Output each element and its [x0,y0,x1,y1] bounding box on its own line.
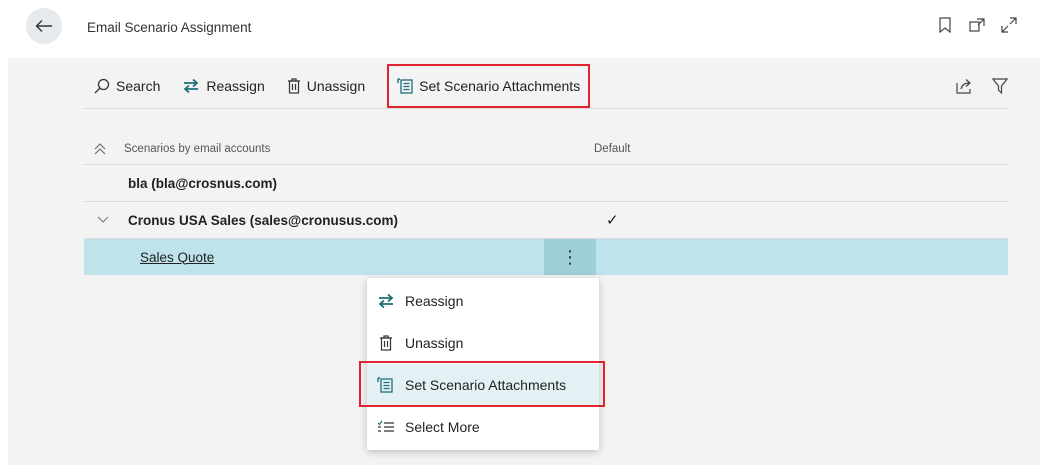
reassign-action[interactable]: Reassign [182,70,265,102]
table-row-selected[interactable]: Sales Quote ⋮ [84,239,1008,275]
table-row[interactable]: Cronus USA Sales (sales@cronusus.com) ✓ [84,202,1008,239]
attachments-icon [377,377,393,393]
list-header: Scenarios by email accounts Default [84,134,1008,165]
menu-item-label: Unassign [405,335,464,351]
search-label: Search [116,78,161,94]
unassign-label: Unassign [306,78,366,94]
menu-item-set-scenario-attachments[interactable]: Set Scenario Attachments [367,364,599,406]
collapse-all-icon[interactable] [94,143,106,155]
share-icon[interactable] [956,78,974,94]
search-action[interactable]: Search [94,70,160,102]
menu-item-unassign[interactable]: Unassign [367,322,599,364]
account-label: Cronus USA Sales (sales@cronusus.com) [128,212,398,228]
back-button[interactable] [26,8,62,44]
col-name-label: Scenarios by email accounts [124,143,271,155]
menu-item-select-more[interactable]: Select More [367,406,599,448]
page-title: Email Scenario Assignment [87,20,252,35]
bookmark-icon[interactable] [936,16,954,34]
search-icon [94,78,110,94]
reassign-icon [378,293,394,309]
menu-item-reassign[interactable]: Reassign [367,280,599,322]
more-vertical-icon: ⋮ [561,246,579,267]
trash-icon [380,335,392,351]
account-label: bla (bla@crosnus.com) [128,175,277,191]
action-bar-right [956,64,1008,108]
col-name-header: Scenarios by email accounts [84,143,584,155]
menu-item-label: Reassign [405,293,464,309]
row-actions-button[interactable]: ⋮ [544,239,596,275]
default-checkmark: ✓ [606,212,619,229]
set-scenario-attachments-action[interactable]: Set Scenario Attachments [387,64,591,108]
unassign-action[interactable]: Unassign [287,70,365,102]
page-header-icons [936,16,1018,34]
select-more-icon [377,420,394,432]
context-menu: Reassign Unassign Set Scenario Attachmen… [367,278,599,450]
filter-icon[interactable] [992,78,1008,94]
expand-icon[interactable] [1000,16,1018,34]
menu-item-label: Set Scenario Attachments [405,377,567,393]
set-scenario-attachments-label: Set Scenario Attachments [419,78,581,94]
col-default-header: Default [594,143,631,155]
reassign-label: Reassign [206,78,265,94]
table-row[interactable]: bla (bla@crosnus.com) [84,165,1008,202]
open-in-new-window-icon[interactable] [968,16,986,34]
menu-item-label: Select More [405,419,480,435]
scenario-list: Scenarios by email accounts Default bla … [84,134,1008,275]
arrow-left-icon [35,20,52,32]
chevron-down-icon[interactable] [97,216,109,224]
reassign-icon [183,78,199,94]
attachments-icon [397,78,413,94]
action-bar: Search Reassign Unassign Set Scenario At… [84,64,1008,109]
scenario-link[interactable]: Sales Quote [140,250,214,265]
trash-icon [287,78,300,94]
